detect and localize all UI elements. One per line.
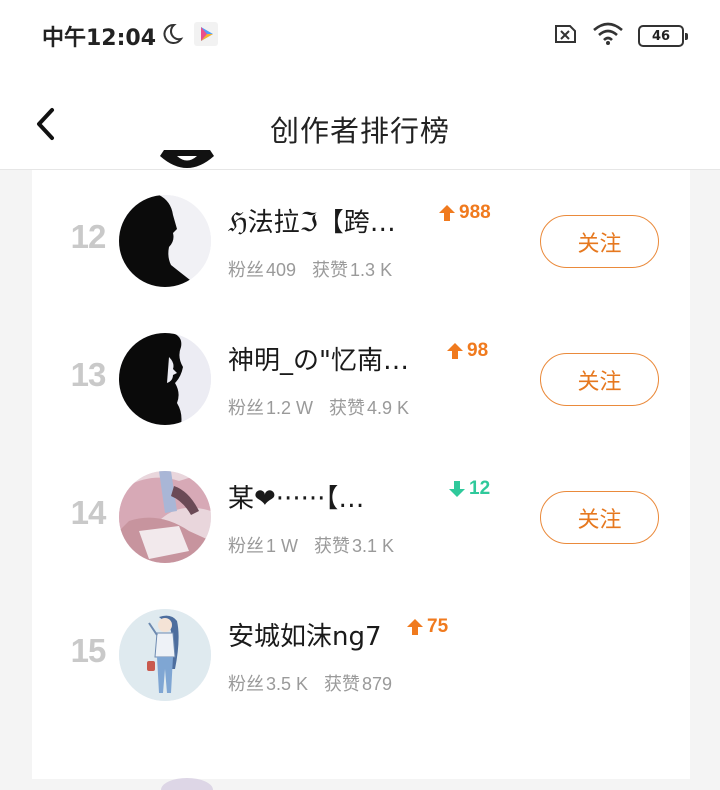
follow-button[interactable]: 关注 [540,215,659,268]
fans-label: 粉丝 [228,260,264,281]
fans-count: 409 [266,260,297,280]
avatar[interactable] [119,195,211,287]
status-bar: 中午12:04 46 [0,0,720,70]
page-title: 创作者排行榜 [269,114,450,148]
fans-count: 1.2 W [266,398,314,418]
creator-name[interactable]: ℌ法拉ℑ【跨… [228,202,396,239]
avatar[interactable] [119,609,211,701]
likes-count: 4.9 K [367,398,410,418]
fans-count: 1 W [266,536,299,556]
wifi-icon [592,22,624,50]
arrow-up-icon [447,343,463,359]
likes-count: 1.3 K [350,260,393,280]
fans-label: 粉丝 [228,398,264,419]
avatar[interactable] [119,333,211,425]
next-avatar-partial [152,770,222,790]
do-not-disturb-moon-icon [160,22,184,50]
list-item[interactable]: 15 安城如沫ng7 75 粉丝 3.5 K 获赞 879 [32,584,690,722]
trend-value: 12 [469,478,491,499]
trend-value: 75 [427,616,449,637]
status-time: 中午12:04 [42,26,157,51]
likes-label: 获赞 [312,260,349,281]
nav-bar: 创作者排行榜 [0,70,720,170]
rank-number: 13 [70,356,107,393]
likes-label: 获赞 [314,536,351,557]
trend-value: 988 [459,202,491,223]
arrow-up-icon [407,619,423,635]
creator-name[interactable]: 某❤······【… [228,478,364,515]
creator-name[interactable]: 安城如沫ng7 [228,616,382,653]
rank-number: 14 [70,494,107,531]
follow-button[interactable]: 关注 [540,491,659,544]
follow-button[interactable]: 关注 [540,353,659,406]
likes-label: 获赞 [329,398,366,419]
list-item[interactable]: 14 某❤······【… 12 粉丝 1 W 获赞 3.1 K 关注 [32,446,690,584]
rank-trend: 12 [448,478,490,500]
creator-stats: 粉丝 409 获赞 1.3 K [228,256,408,282]
fans-label: 粉丝 [228,674,264,695]
rank-trend: 988 [438,202,491,224]
fans-count: 3.5 K [266,674,309,694]
battery-indicator: 46 [638,25,688,47]
likes-label: 获赞 [324,674,361,695]
trend-value: 98 [467,340,489,361]
avatar[interactable] [119,471,211,563]
list-item[interactable]: 12 ℌ法拉ℑ【跨… 988 粉丝 409 获赞 1.3 K 关注 [32,170,690,308]
arrow-up-icon [439,205,455,221]
rank-number: 12 [70,218,107,255]
ranking-list: 12 ℌ法拉ℑ【跨… 988 粉丝 409 获赞 1.3 K 关注 13 神明_の"忆… [32,150,690,790]
creator-stats: 粉丝 3.5 K 获赞 879 [228,670,408,696]
play-store-icon [194,22,218,50]
arrow-down-icon [449,481,465,497]
list-item[interactable]: 13 神明_の"忆南… 98 粉丝 1.2 W 获赞 4.9 K 关注 [32,308,690,446]
fans-label: 粉丝 [228,536,264,557]
likes-count: 3.1 K [352,536,395,556]
no-sim-icon [552,23,578,49]
creator-stats: 粉丝 1 W 获赞 3.1 K [228,532,410,558]
rank-number: 15 [70,632,107,669]
rank-trend: 75 [406,616,448,638]
rank-trend: 98 [446,340,488,362]
creator-name[interactable]: 神明_の"忆南… [228,340,409,377]
creator-stats: 粉丝 1.2 W 获赞 4.9 K [228,394,425,420]
likes-count: 879 [362,674,393,694]
